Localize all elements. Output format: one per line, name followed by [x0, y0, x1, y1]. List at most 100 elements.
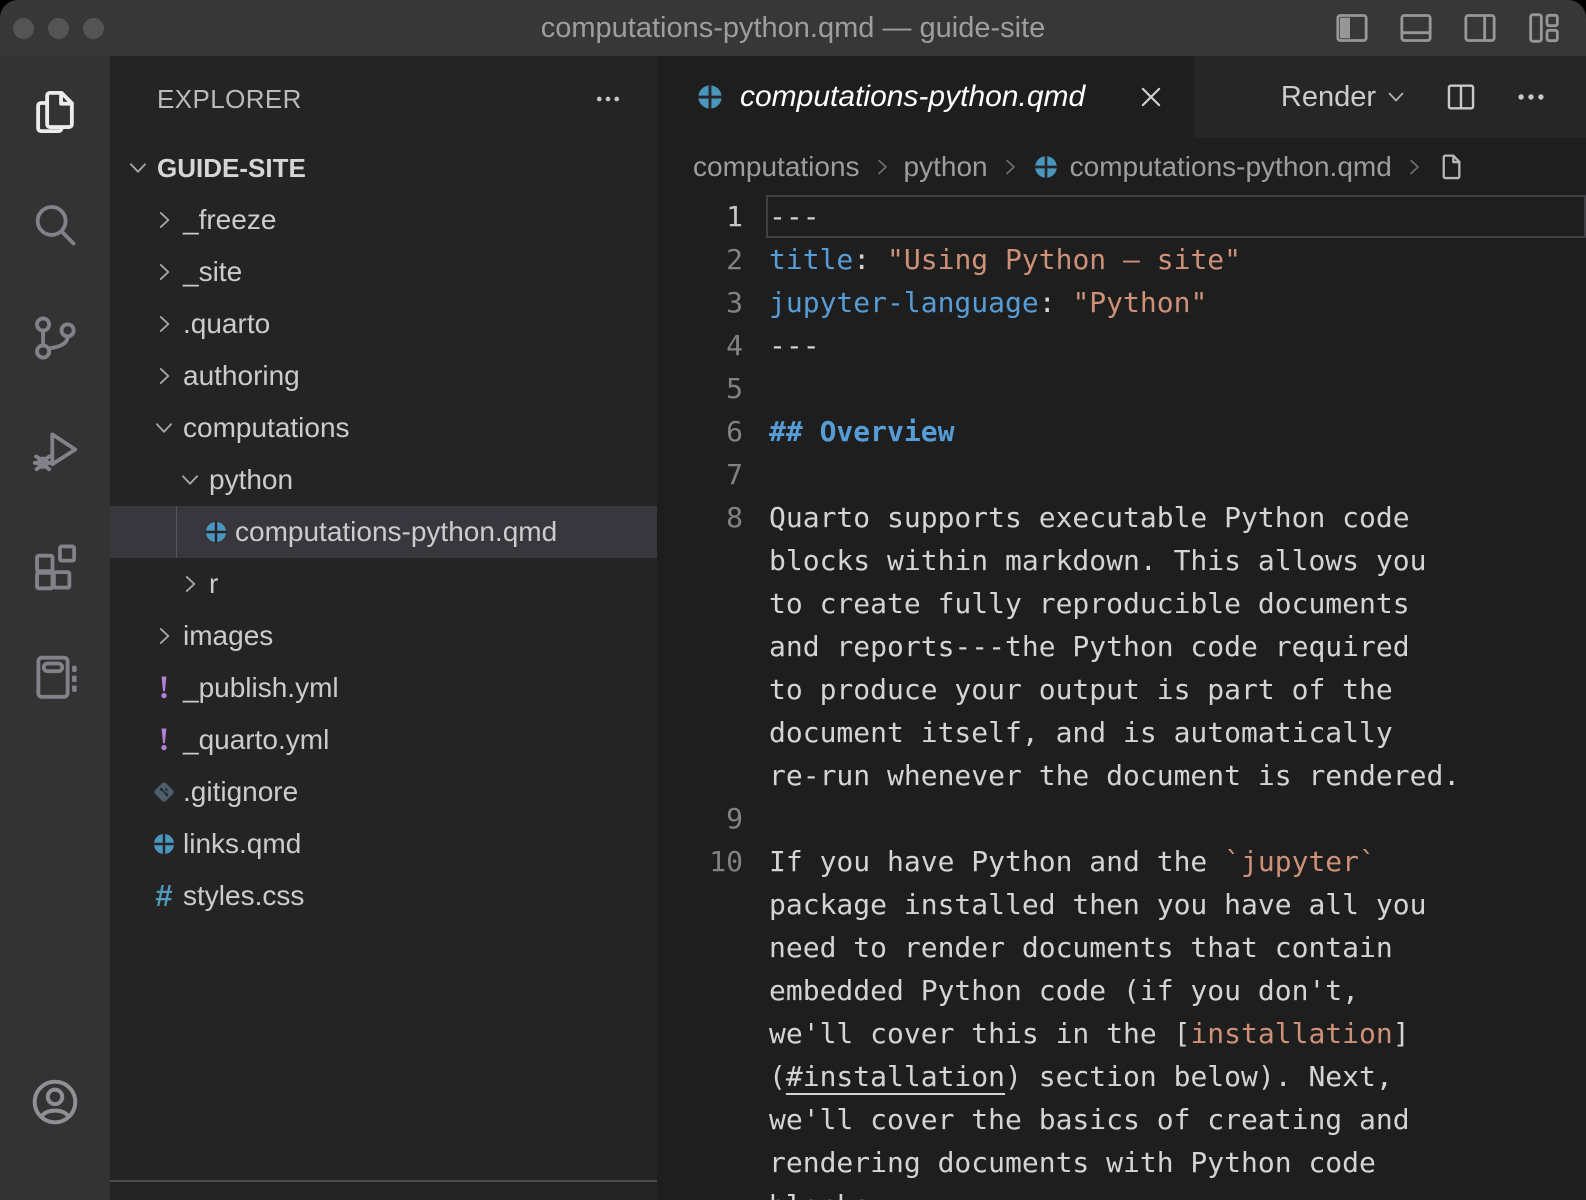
line-number	[657, 1098, 766, 1141]
zoom-window-button[interactable]	[83, 18, 104, 39]
code-line[interactable]: embedded Python code (if you don't,	[657, 969, 1586, 1012]
tree-folder--freeze[interactable]: _freeze	[110, 194, 657, 246]
code-editor[interactable]: 1---2title: "Using Python — site"3jupyte…	[657, 195, 1586, 1200]
tree-file--gitignore[interactable]: .gitignore	[110, 766, 657, 818]
css-file-icon: #	[151, 879, 177, 913]
panel-left-icon[interactable]	[1332, 8, 1372, 48]
tree-item-label: python	[209, 464, 293, 496]
code-line-content: embedded Python code (if you don't,	[766, 969, 1586, 1012]
chevron-right-icon[interactable]	[151, 259, 177, 285]
yaml-file-icon: !	[151, 723, 177, 757]
tree-folder--quarto[interactable]: .quarto	[110, 298, 657, 350]
code-line[interactable]: 3jupyter-language: "Python"	[657, 281, 1586, 324]
split-editor-icon[interactable]	[1444, 80, 1478, 114]
activity-item-extensions[interactable]	[27, 536, 83, 592]
code-line-content: blocks within markdown. This allows you	[766, 539, 1586, 582]
breadcrumb-item-python[interactable]: python	[904, 151, 988, 183]
line-number	[657, 582, 766, 625]
chevron-right-icon[interactable]	[151, 623, 177, 649]
close-window-button[interactable]	[13, 18, 34, 39]
code-line[interactable]: 5	[657, 367, 1586, 410]
tree-folder--site[interactable]: _site	[110, 246, 657, 298]
code-token: to produce your output is part of the	[769, 673, 1393, 706]
chevron-down-icon[interactable]	[125, 155, 151, 181]
code-line[interactable]: and reports---the Python code required	[657, 625, 1586, 668]
quarto-file-icon	[151, 827, 177, 861]
chevron-right-icon[interactable]	[151, 363, 177, 389]
layout-customize-icon[interactable]	[1524, 8, 1564, 48]
tree-item-label: r	[209, 568, 218, 600]
code-line-content: ---	[766, 324, 1586, 367]
tree-file-computations-python-qmd[interactable]: computations-python.qmd	[110, 506, 657, 558]
code-token: title	[769, 243, 853, 276]
code-line[interactable]: we'll cover this in the [installation]	[657, 1012, 1586, 1055]
line-number: 7	[657, 453, 766, 496]
tree-file-links-qmd[interactable]: links.qmd	[110, 818, 657, 870]
code-line[interactable]: blocks within markdown. This allows you	[657, 539, 1586, 582]
tree-folder-authoring[interactable]: authoring	[110, 350, 657, 402]
tree-folder-python[interactable]: python	[110, 454, 657, 506]
code-line[interactable]: 6## Overview	[657, 410, 1586, 453]
line-number: 3	[657, 281, 766, 324]
tree-folder-computations[interactable]: computations	[110, 402, 657, 454]
code-line[interactable]: package installed then you have all you	[657, 883, 1586, 926]
code-line[interactable]: (#installation) section below). Next,	[657, 1055, 1586, 1098]
outline-header[interactable]: OUTLINE	[110, 1182, 657, 1200]
activity-item-search[interactable]	[27, 197, 83, 253]
code-line[interactable]: 10If you have Python and the `jupyter`	[657, 840, 1586, 883]
minimize-window-button[interactable]	[48, 18, 69, 39]
line-number: 6	[657, 410, 766, 453]
code-line[interactable]: re-run whenever the document is rendered…	[657, 754, 1586, 797]
code-line[interactable]: to produce your output is part of the	[657, 668, 1586, 711]
tree-file--quarto-yml[interactable]: !_quarto.yml	[110, 714, 657, 766]
code-line[interactable]: to create fully reproducible documents	[657, 582, 1586, 625]
chevron-right-icon[interactable]	[151, 311, 177, 337]
more-actions-icon[interactable]	[1514, 80, 1548, 114]
code-line[interactable]: rendering documents with Python code	[657, 1141, 1586, 1184]
code-line[interactable]: 1---	[657, 195, 1586, 238]
code-line-content: ---	[766, 195, 1586, 238]
code-token: Quarto supports executable Python code	[769, 501, 1410, 534]
breadcrumb-item-computations-python-qmd[interactable]: computations-python.qmd	[1070, 151, 1392, 183]
render-button[interactable]: Render	[1281, 81, 1408, 114]
code-line[interactable]: blocks.	[657, 1184, 1586, 1200]
breadcrumb-item-computations[interactable]: computations	[693, 151, 860, 183]
code-line-content: (#installation) section below). Next,	[766, 1055, 1586, 1098]
chevron-right-icon[interactable]	[151, 207, 177, 233]
files-icon	[28, 85, 82, 139]
code-line[interactable]: 7	[657, 453, 1586, 496]
window-controls	[13, 18, 104, 39]
run-debug-icon	[28, 424, 82, 478]
chevron-down-icon[interactable]	[177, 467, 203, 493]
tab-computations-python[interactable]: computations-python.qmd	[657, 56, 1194, 138]
line-number	[657, 754, 766, 797]
line-number	[657, 883, 766, 926]
tree-folder-images[interactable]: images	[110, 610, 657, 662]
code-line[interactable]: 2title: "Using Python — site"	[657, 238, 1586, 281]
panel-bottom-icon[interactable]	[1396, 8, 1436, 48]
tree-file--publish-yml[interactable]: !_publish.yml	[110, 662, 657, 714]
code-line-content: ## Overview	[766, 410, 1586, 453]
activity-item-files[interactable]	[27, 84, 83, 140]
code-line[interactable]: we'll cover the basics of creating and	[657, 1098, 1586, 1141]
code-line-content: to produce your output is part of the	[766, 668, 1586, 711]
activity-item-run-debug[interactable]	[27, 423, 83, 479]
close-icon[interactable]	[1136, 82, 1166, 112]
code-line[interactable]: 9	[657, 797, 1586, 840]
activity-item-account[interactable]	[27, 1074, 83, 1130]
code-line[interactable]: document itself, and is automatically	[657, 711, 1586, 754]
tree-file-styles-css[interactable]: #styles.css	[110, 870, 657, 922]
editor-actions: Render	[1281, 56, 1586, 138]
chevron-down-icon[interactable]	[151, 415, 177, 441]
activity-item-notebook[interactable]	[27, 649, 83, 705]
code-token: ---	[769, 329, 820, 362]
chevron-right-icon[interactable]	[177, 571, 203, 597]
tree-folder-r[interactable]: r	[110, 558, 657, 610]
code-line[interactable]: 8Quarto supports executable Python code	[657, 496, 1586, 539]
code-line[interactable]: need to render documents that contain	[657, 926, 1586, 969]
code-line[interactable]: 4---	[657, 324, 1586, 367]
activity-item-source-control[interactable]	[27, 310, 83, 366]
tree-folder-guide-site[interactable]: GUIDE-SITE	[110, 142, 657, 194]
panel-right-icon[interactable]	[1460, 8, 1500, 48]
more-actions-icon[interactable]	[593, 84, 623, 114]
